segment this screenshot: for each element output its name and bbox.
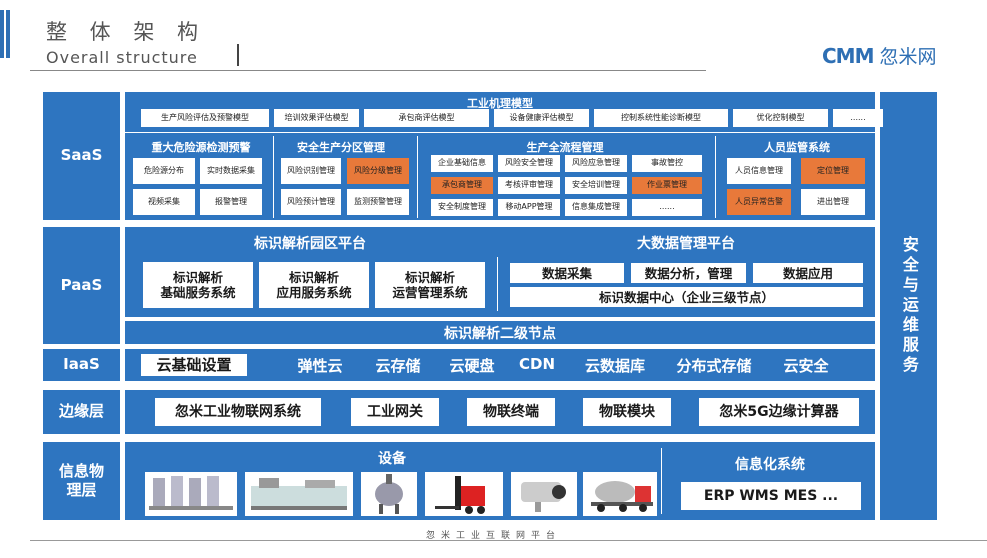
process-item: 企业基础信息 [431,155,493,172]
logo-text: 忽米网 [879,46,937,68]
hazard-item: 危险源分布 [133,158,195,184]
process-item: 事故管控 [632,155,702,172]
divider [125,132,875,133]
iaas-item-highlight: 云基础设置 [141,354,247,376]
process-item: 风险安全管理 [498,155,560,172]
iaas-item: 云硬盘 [449,357,495,375]
personnel-item: 进出管理 [801,189,865,215]
personnel-item: 人员信息管理 [727,158,791,184]
park-system: 标识解析 应用服务系统 [259,262,369,308]
process-item: 信息集成管理 [565,199,627,216]
page-subtitle: Overall structure [46,48,198,67]
divider [497,257,498,311]
process-item: 安全制度管理 [431,199,493,216]
iaas-item: CDN [518,355,555,373]
iaas-item: 弹性云 [297,357,343,375]
page-title: 整 体 架 构 [46,20,207,44]
mixer-truck-image [583,472,657,516]
secondary-node-bar: 标识解析二级节点 [125,321,875,344]
divider [715,136,716,218]
forklift-image [425,472,503,516]
header-accent-bar [0,10,4,58]
process-item: 移动APP管理 [498,199,560,216]
hazard-item: 实时数据采集 [200,158,262,184]
personnel-item-highlight: 人员异常告警 [727,189,791,215]
hazard-item: 视频采集 [133,189,195,215]
paas-block: 标识解析园区平台 标识解析 基础服务系统 标识解析 应用服务系统 标识解析 运营… [125,227,875,317]
bigdata-item: 数据采集 [510,263,624,283]
process-item: 风险应急管理 [565,155,627,172]
iaas-item: 分布式存储 [676,357,752,375]
zone-item-highlight: 风险分级管理 [347,158,409,184]
park-system: 标识解析 运营管理系统 [375,262,485,308]
iaas-item: 云存储 [375,357,421,375]
zone-item: 风险预计管理 [281,189,341,215]
divider [237,44,239,66]
zone-item: 监测预警管理 [347,189,409,215]
divider [30,70,706,71]
device-title: 设备 [378,451,406,467]
hazard-item: 报警管理 [200,189,262,215]
divider [661,448,662,514]
bigdata-platform-title: 大数据管理平台 [637,236,735,252]
process-title: 生产全流程管理 [526,141,604,154]
mixer-vessel-image [361,472,417,516]
model-item: 控制系统性能诊断模型 [594,109,728,127]
model-item: 培训效果评估模型 [274,109,359,127]
layer-label-physical: 信息物理层 [43,442,120,520]
data-center: 标识数据中心（企业三级节点） [510,287,863,307]
zone-title: 安全生产分区管理 [297,141,385,154]
process-item-highlight: 作业票管理 [632,177,702,194]
reactor-tanks-image [145,472,237,516]
divider [417,136,418,218]
iaas-block: 云基础设置 弹性云 云存储 云硬盘 CDN 云数据库 分布式存储 云安全 [125,349,875,381]
bigdata-item: 数据应用 [753,263,863,283]
iaas-item: 云数据库 [584,357,645,375]
personnel-title: 人员监管系统 [764,141,830,154]
process-item: 考核评审管理 [498,177,560,194]
saas-block: 工业机理模型 生产风险评估及预警模型 培训效果评估模型 承包商评估模型 设备健康… [125,92,883,220]
layer-label-paas: PaaS [43,227,120,344]
security-ops-column: 安全与运维服务 [880,92,937,520]
park-system: 标识解析 基础服务系统 [143,262,253,308]
model-item: 优化控制模型 [733,109,828,127]
model-item: 设备健康评估模型 [494,109,589,127]
info-system-items: ERP WMS MES ... [681,482,861,510]
edge-item: 忽米5G边缘计算器 [699,398,859,426]
edge-item: 工业网关 [351,398,439,426]
layer-label-iaas: IaaS [43,349,120,381]
process-item: 安全培训管理 [565,177,627,194]
divider [273,136,274,218]
header-accent-bar [6,10,10,58]
hazard-title: 重大危险源检测预警 [151,141,251,154]
industrial-model-row: 生产风险评估及预警模型 培训效果评估模型 承包商评估模型 设备健康评估模型 控制… [141,109,883,127]
logo: CMM 忽米网 [822,42,937,69]
edge-block: 忽米工业物联网系统 工业网关 物联终端 物联模块 忽米5G边缘计算器 [125,390,875,434]
process-item-highlight: 承包商管理 [431,177,493,194]
personnel-item-highlight: 定位管理 [801,158,865,184]
iaas-item: 云安全 [783,357,829,375]
zone-item: 风险识别管理 [281,158,341,184]
model-item: ...... [833,109,883,127]
logo-mark: CMM [822,43,874,68]
footer-text: 忽米工业互联网平台 [425,531,561,541]
physical-block: 设备 信息化系统 ERP WMS MES ... [125,442,875,520]
layer-label-saas: SaaS [43,92,120,220]
info-system-title: 信息化系统 [735,457,805,473]
process-item: ...... [632,199,702,216]
security-camera-image [511,472,577,516]
edge-item: 物联模块 [583,398,671,426]
layer-label-edge: 边缘层 [43,390,120,434]
edge-item: 忽米工业物联网系统 [155,398,321,426]
park-platform-title: 标识解析园区平台 [254,236,366,252]
edge-item: 物联终端 [467,398,555,426]
packaging-machine-image [245,472,353,516]
model-item: 承包商评估模型 [364,109,489,127]
model-item: 生产风险评估及预警模型 [141,109,269,127]
secondary-node-title: 标识解析二级节点 [444,326,556,342]
bigdata-item: 数据分析，管理 [631,263,746,283]
